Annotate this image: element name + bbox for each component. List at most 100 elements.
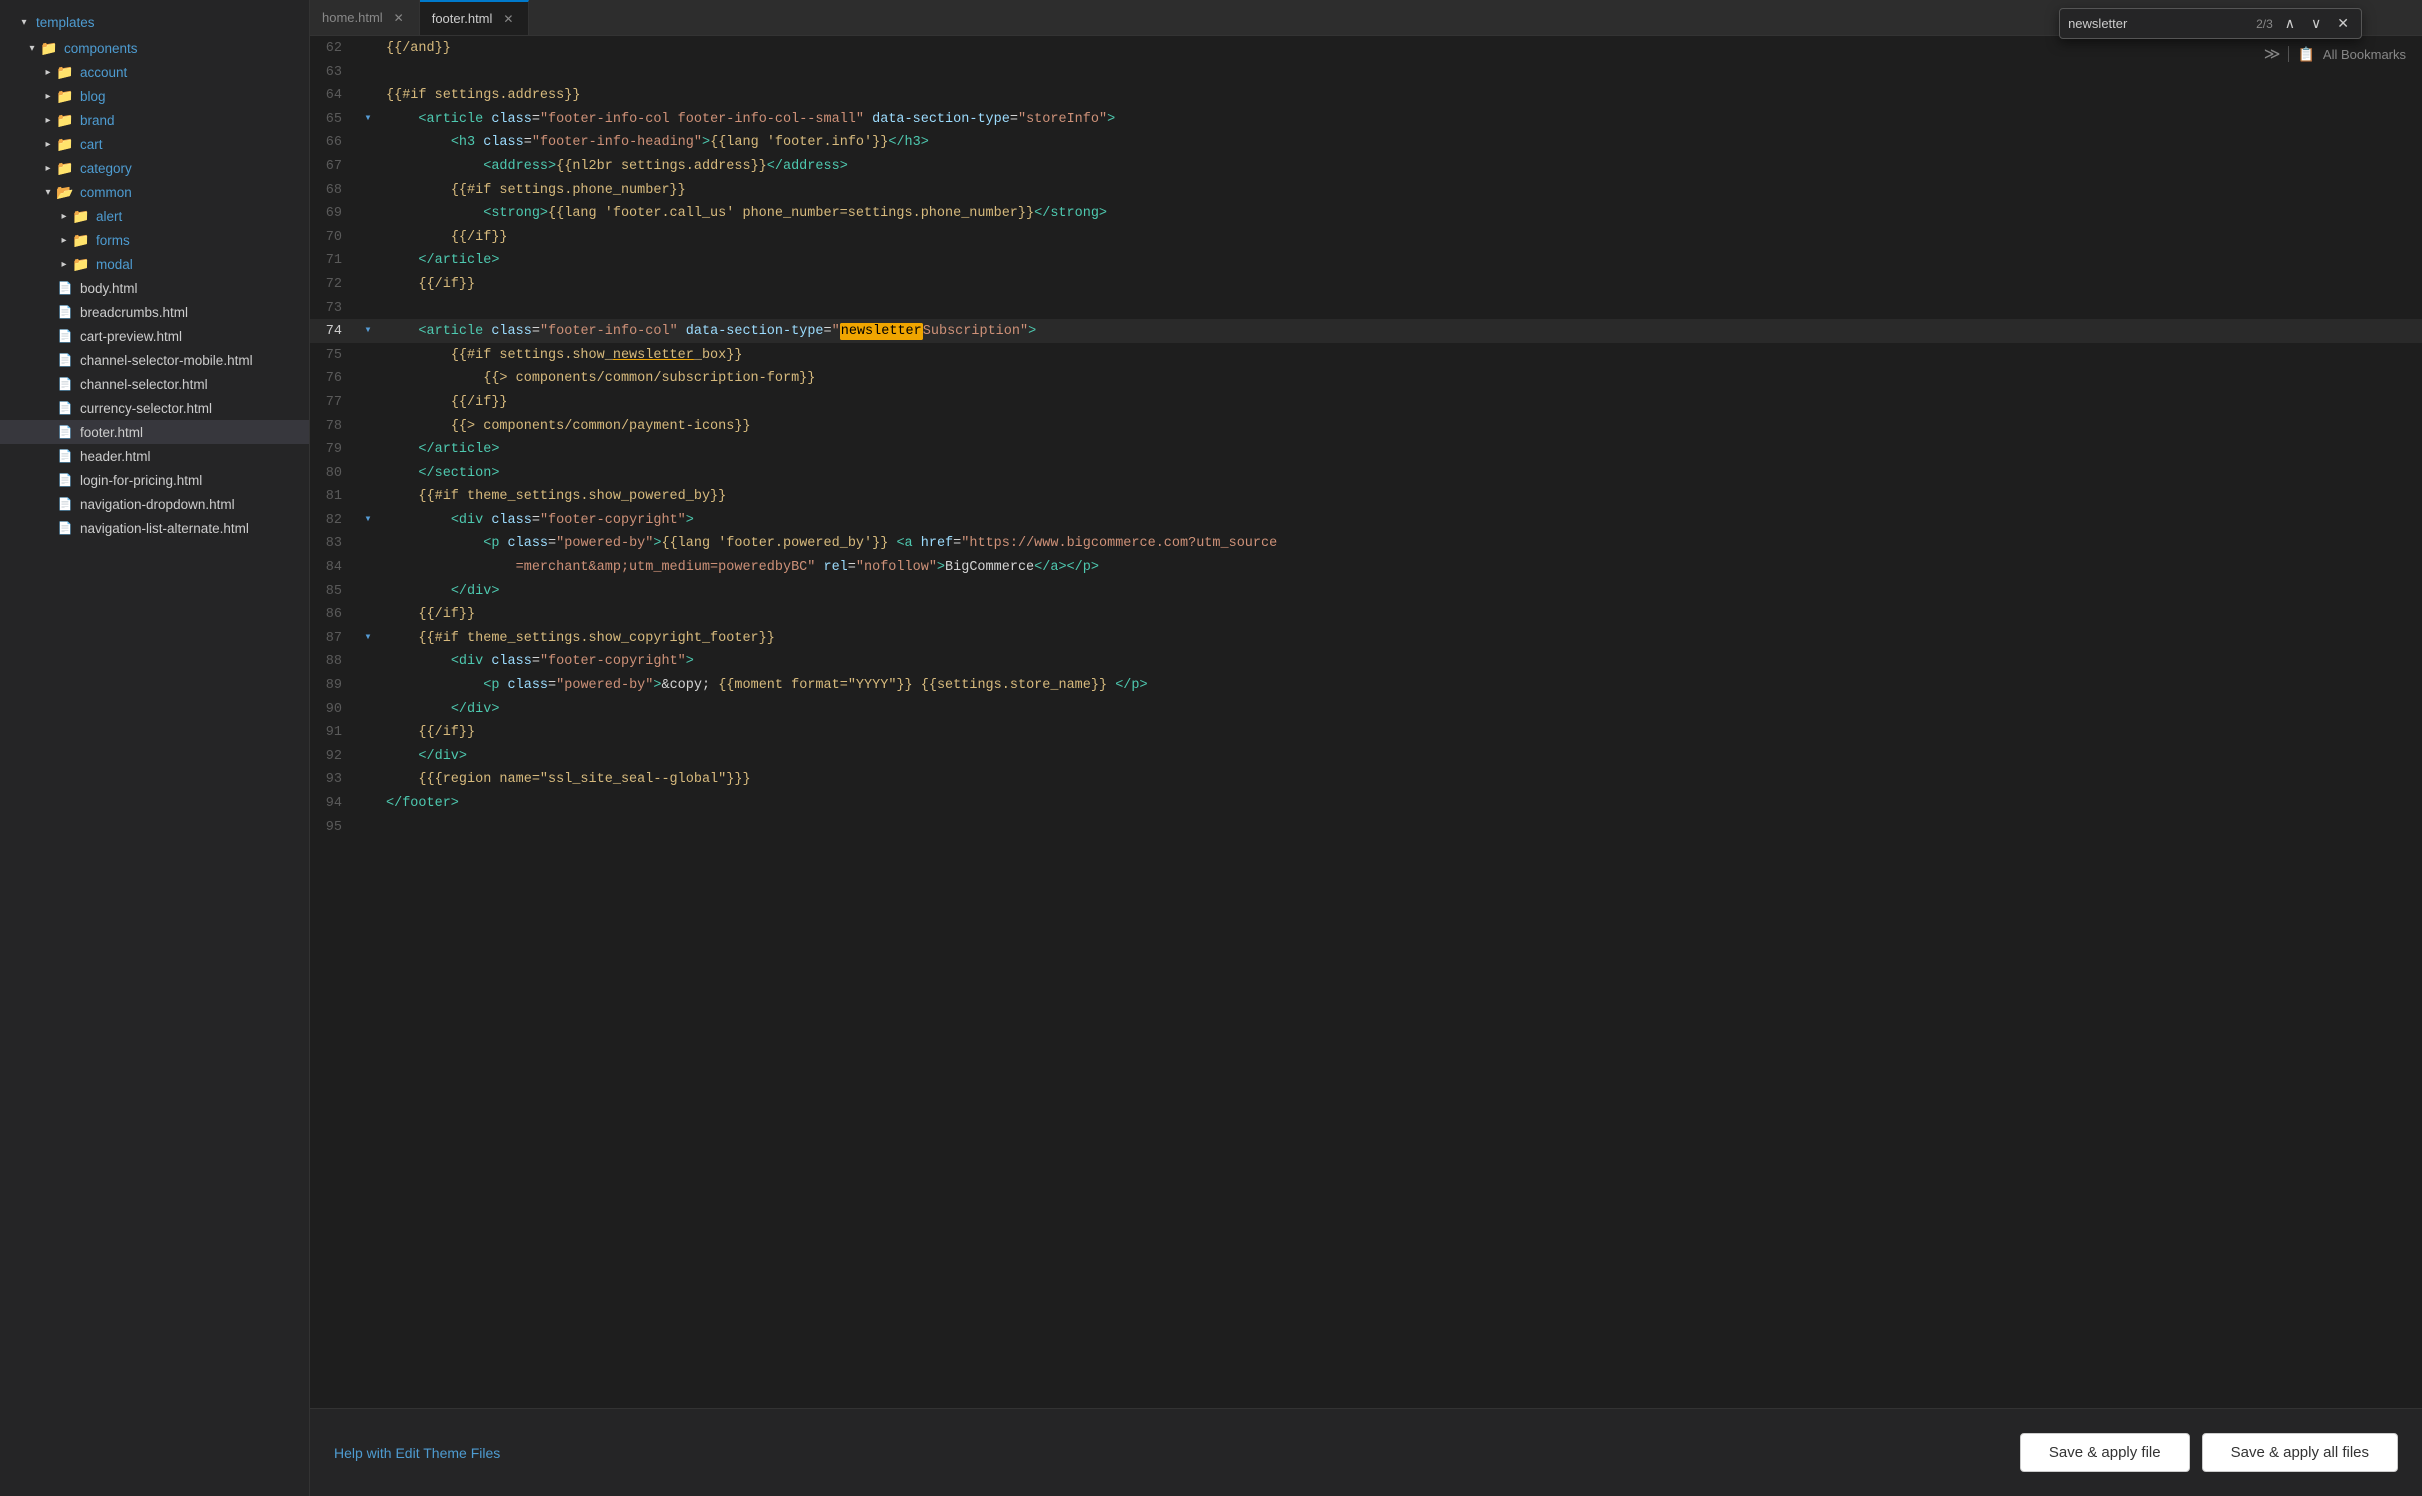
category-chevron	[40, 160, 56, 176]
sidebar-item-header-html[interactable]: 📄 header.html	[0, 444, 309, 468]
code-cell	[378, 60, 2422, 84]
table-row: 72 {{/if}}	[310, 272, 2422, 296]
sidebar-item-alert[interactable]: 📁 alert	[0, 204, 309, 228]
account-folder-icon: 📁	[56, 63, 74, 81]
line-number: 90	[310, 697, 358, 721]
templates-header[interactable]: templates	[0, 8, 309, 36]
line-number: 66	[310, 130, 358, 154]
sidebar-item-footer-html[interactable]: 📄 footer.html	[0, 420, 309, 444]
tab-footer-html-close[interactable]: ✕	[500, 11, 516, 27]
sidebar-item-breadcrumbs-html[interactable]: 📄 breadcrumbs.html	[0, 300, 309, 324]
sidebar-item-cart[interactable]: 📁 cart	[0, 132, 309, 156]
save-apply-all-files-button[interactable]: Save & apply all files	[2202, 1433, 2398, 1472]
search-close-button[interactable]: ✕	[2333, 13, 2353, 34]
blog-label: blog	[80, 89, 106, 104]
cart-preview-label: cart-preview.html	[80, 329, 182, 344]
table-row: 82 ▾ <div class="footer-copyright">	[310, 508, 2422, 532]
line-gutter	[358, 343, 378, 367]
sidebar-item-cart-preview-html[interactable]: 📄 cart-preview.html	[0, 324, 309, 348]
tab-home-html-close[interactable]: ✕	[391, 10, 407, 26]
sidebar-item-brand[interactable]: 📁 brand	[0, 108, 309, 132]
components-folder-icon: 📁	[40, 39, 58, 57]
line-gutter	[358, 248, 378, 272]
bottom-buttons: Save & apply file Save & apply all files	[2020, 1433, 2398, 1472]
save-apply-file-button[interactable]: Save & apply file	[2020, 1433, 2190, 1472]
code-cell: {{#if settings.phone_number}}	[378, 178, 2422, 202]
category-label: category	[80, 161, 132, 176]
line-gutter	[358, 366, 378, 390]
line-gutter	[358, 484, 378, 508]
line-gutter: ▾	[358, 319, 378, 343]
line-number: 82	[310, 508, 358, 532]
line-number: 63	[310, 60, 358, 84]
sidebar-item-forms[interactable]: 📁 forms	[0, 228, 309, 252]
bookmarks-label[interactable]: All Bookmarks	[2323, 47, 2406, 62]
line-gutter	[358, 767, 378, 791]
code-cell: <article class="footer-info-col" data-se…	[378, 319, 2422, 343]
sidebar-item-channel-selector-html[interactable]: 📄 channel-selector.html	[0, 372, 309, 396]
code-cell: <div class="footer-copyright">	[378, 649, 2422, 673]
sidebar-item-common[interactable]: 📂 common	[0, 180, 309, 204]
lfp-file-icon: 📄	[56, 471, 74, 489]
table-row: 90 </div>	[310, 697, 2422, 721]
sidebar-item-currency-selector-html[interactable]: 📄 currency-selector.html	[0, 396, 309, 420]
table-row: 93 {{{region name="ssl_site_seal--global…	[310, 767, 2422, 791]
header-file-icon: 📄	[56, 447, 74, 465]
alert-chevron	[56, 208, 72, 224]
sidebar-item-navigation-list-alternate-html[interactable]: 📄 navigation-list-alternate.html	[0, 516, 309, 540]
tab-home-html[interactable]: home.html ✕	[310, 0, 420, 35]
line-number: 81	[310, 484, 358, 508]
line-gutter	[358, 815, 378, 839]
code-cell: {{/if}}	[378, 272, 2422, 296]
common-chevron	[40, 184, 56, 200]
lfp-label: login-for-pricing.html	[80, 473, 202, 488]
sidebar-item-navigation-dropdown-html[interactable]: 📄 navigation-dropdown.html	[0, 492, 309, 516]
bookmark-expand-icon: ≫	[2264, 44, 2281, 64]
code-cell: {{/if}}	[378, 390, 2422, 414]
line-gutter	[358, 791, 378, 815]
sidebar-item-components[interactable]: 📁 components	[0, 36, 309, 60]
code-cell: {{> components/common/subscription-form}…	[378, 366, 2422, 390]
csm-label: channel-selector-mobile.html	[80, 353, 253, 368]
templates-label: templates	[36, 15, 95, 30]
sidebar-item-channel-selector-mobile-html[interactable]: 📄 channel-selector-mobile.html	[0, 348, 309, 372]
line-number: 74	[310, 319, 358, 343]
code-cell: <h3 class="footer-info-heading">{{lang '…	[378, 130, 2422, 154]
nla-file-icon: 📄	[56, 519, 74, 537]
sidebar-item-category[interactable]: 📁 category	[0, 156, 309, 180]
code-table: 62 {{/and}} 63 64	[310, 36, 2422, 838]
sidebar-item-modal[interactable]: 📁 modal	[0, 252, 309, 276]
table-row: 73	[310, 296, 2422, 320]
code-cell: <div class="footer-copyright">	[378, 508, 2422, 532]
line-number: 62	[310, 36, 358, 60]
sidebar-item-blog[interactable]: 📁 blog	[0, 84, 309, 108]
sidebar-item-login-for-pricing-html[interactable]: 📄 login-for-pricing.html	[0, 468, 309, 492]
table-row: 67 <address>{{nl2br settings.address}}</…	[310, 154, 2422, 178]
line-gutter	[358, 437, 378, 461]
line-number: 78	[310, 414, 358, 438]
tab-footer-html[interactable]: footer.html ✕	[420, 0, 530, 35]
editor-content[interactable]: 62 {{/and}} 63 64	[310, 36, 2422, 1408]
code-cell: {{#if theme_settings.show_copyright_foot…	[378, 626, 2422, 650]
help-link[interactable]: Help with Edit Theme Files	[334, 1445, 500, 1461]
sidebar-item-account[interactable]: 📁 account	[0, 60, 309, 84]
cs-label: channel-selector.html	[80, 377, 208, 392]
table-row: 64 {{#if settings.address}}	[310, 83, 2422, 107]
line-number: 72	[310, 272, 358, 296]
blog-folder-icon: 📁	[56, 87, 74, 105]
line-gutter	[358, 555, 378, 579]
search-next-button[interactable]: ∨	[2307, 13, 2325, 34]
line-number: 80	[310, 461, 358, 485]
modal-folder-icon: 📁	[72, 255, 90, 273]
search-input[interactable]	[2068, 16, 2248, 31]
code-cell: {{#if settings.address}}	[378, 83, 2422, 107]
sidebar-item-body-html[interactable]: 📄 body.html	[0, 276, 309, 300]
brand-folder-icon: 📁	[56, 111, 74, 129]
line-gutter	[358, 36, 378, 60]
search-prev-button[interactable]: ∧	[2281, 13, 2299, 34]
alert-folder-icon: 📁	[72, 207, 90, 225]
line-number: 68	[310, 178, 358, 202]
currency-file-icon: 📄	[56, 399, 74, 417]
line-gutter	[358, 673, 378, 697]
table-row: 63	[310, 60, 2422, 84]
